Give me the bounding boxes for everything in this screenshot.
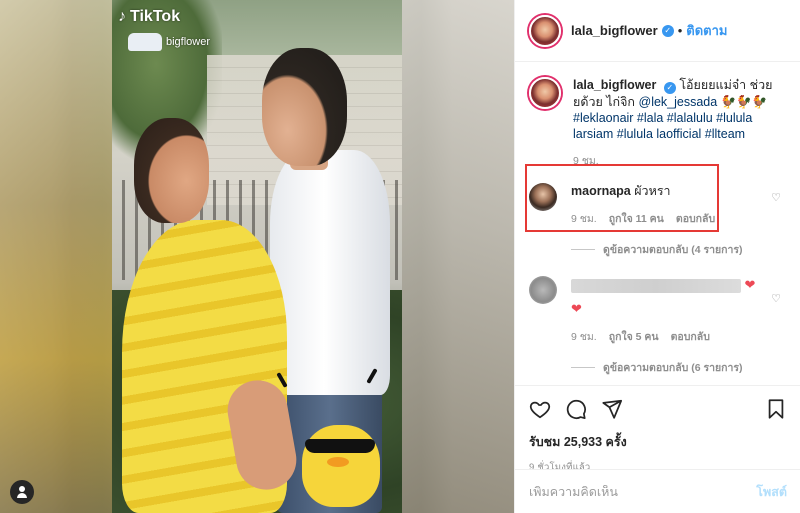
- man-figure-head: [262, 48, 347, 166]
- post-panel: lala_bigflower ✓ • ติดตาม lala_bigflower…: [514, 0, 800, 513]
- comment-time: 9 ชม.: [571, 331, 597, 343]
- comment-line: ❤: [571, 300, 767, 318]
- post-button[interactable]: โพสต์: [756, 482, 787, 502]
- follow-button[interactable]: ติดตาม: [686, 20, 727, 41]
- tiktok-watermark: ♪ TikTok: [118, 8, 180, 26]
- comment-input[interactable]: [529, 484, 757, 499]
- user-tag-icon[interactable]: [10, 480, 34, 504]
- tiktok-watermark-label: TikTok: [130, 8, 181, 25]
- media-blur-left: [0, 0, 112, 513]
- add-comment-bar: โพสต์: [515, 469, 800, 513]
- comment-icon[interactable]: [565, 398, 587, 420]
- blurred-comment-text: [571, 278, 741, 293]
- video-frame[interactable]: [112, 0, 402, 513]
- tiktok-handle-label: bigflower: [166, 36, 211, 48]
- share-icon[interactable]: [601, 398, 623, 420]
- post-actions: รับชม 25,933 ครั้ง 9 ชั่วโมงที่แล้ว: [515, 385, 800, 475]
- header-separator: •: [677, 23, 683, 38]
- reply-button[interactable]: ตอบกลับ: [671, 328, 710, 345]
- avatar[interactable]: [529, 14, 561, 47]
- comment-likes[interactable]: ถูกใจ 5 คน: [609, 328, 659, 345]
- media-blur-right: [402, 0, 514, 513]
- caption: lala_bigflower ✓ โอ้ยยยแม่จ๋า ช่วยยด้วย …: [529, 77, 787, 142]
- caption-hashtags[interactable]: #leklaonair #lala #lalalulu #lulula lars…: [573, 111, 752, 141]
- comment-actions: 9 ชม. ถูกใจ 5 คน ตอบกลับ: [571, 328, 767, 345]
- caption-mention[interactable]: @lek_jessada: [639, 95, 718, 109]
- avatar[interactable]: [529, 77, 561, 109]
- heart-icon[interactable]: [529, 398, 551, 420]
- view-replies-button[interactable]: ดูข้อความตอบกลับ (4 รายการ): [571, 241, 787, 258]
- post-header: lala_bigflower ✓ • ติดตาม: [515, 0, 800, 62]
- caption-emojis: 🐓🐓🐓: [720, 95, 768, 109]
- man-figure-shirt: [270, 150, 390, 395]
- red-heart-emoji-icon: ❤: [571, 301, 582, 316]
- comment-line: ❤: [571, 276, 767, 294]
- highlight-box: [525, 164, 719, 232]
- bookmark-icon[interactable]: [765, 398, 787, 420]
- header-username[interactable]: lala_bigflower: [571, 23, 658, 38]
- red-heart-emoji-icon: ❤: [744, 277, 756, 292]
- caption-text: lala_bigflower ✓ โอ้ยยยแม่จ๋า ช่วยยด้วย …: [573, 77, 779, 142]
- caption-username[interactable]: lala_bigflower: [573, 78, 656, 92]
- like-comment-heart-icon[interactable]: ♡: [771, 292, 781, 305]
- tiktok-handle: bigflower: [128, 33, 210, 51]
- replies-divider: [571, 367, 595, 368]
- action-icons: [529, 396, 787, 422]
- masked-handle-icon: [128, 33, 162, 51]
- view-replies-label: ดูข้อความตอบกลับ (4 รายการ): [603, 244, 743, 256]
- view-count[interactable]: รับชม 25,933 ครั้ง: [529, 432, 787, 452]
- like-comment-heart-icon[interactable]: ♡: [771, 191, 781, 204]
- comments-list[interactable]: lala_bigflower ✓ โอ้ยยยแม่จ๋า ช่วยยด้วย …: [515, 63, 800, 385]
- woman-figure-head: [134, 118, 209, 223]
- duck-sticker: [297, 405, 387, 510]
- view-replies-label: ดูข้อความตอบกลับ (6 รายการ): [603, 362, 743, 374]
- comment-item: ❤ ❤ 9 ชม. ถูกใจ 5 คน ตอบกลับ ♡: [529, 276, 787, 345]
- tiktok-logo-icon: ♪: [118, 8, 126, 25]
- post-media[interactable]: ♪ TikTok bigflower: [0, 0, 514, 513]
- verified-icon: ✓: [661, 24, 674, 37]
- avatar[interactable]: [529, 276, 557, 304]
- view-replies-button[interactable]: ดูข้อความตอบกลับ (6 รายการ): [571, 359, 787, 376]
- replies-divider: [571, 249, 595, 250]
- verified-icon: ✓: [663, 82, 676, 94]
